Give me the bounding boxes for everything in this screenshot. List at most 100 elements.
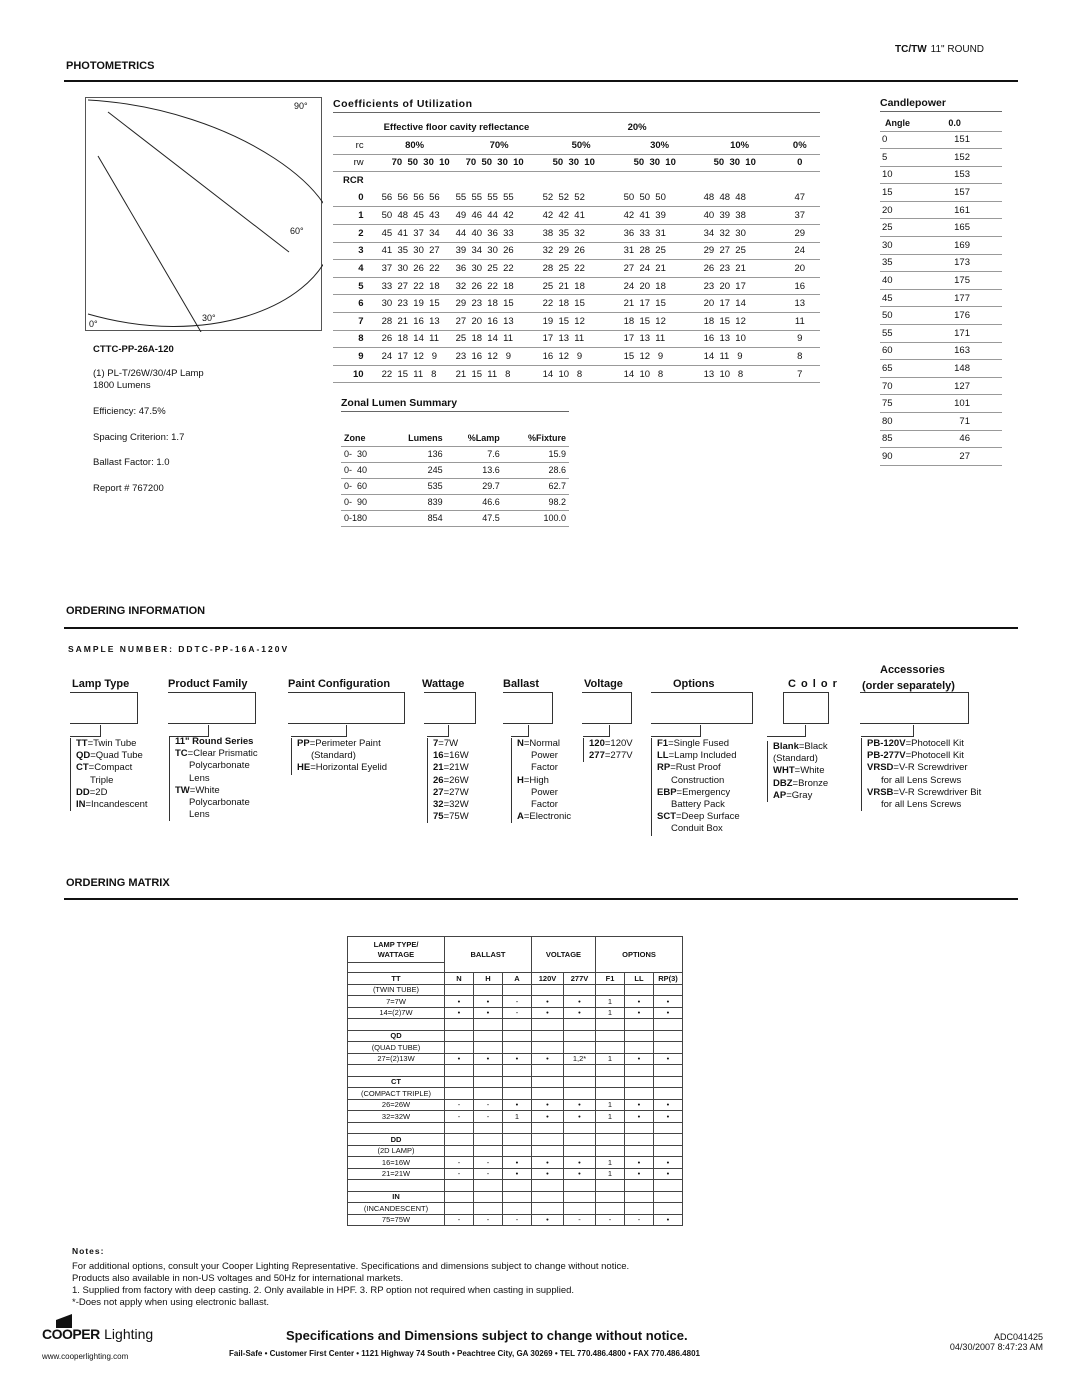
cu-cell-group: 21 17 15 xyxy=(619,294,700,314)
matrix-subheader: H xyxy=(473,972,503,985)
matrix-cell xyxy=(502,1202,532,1215)
cu-title: Coefficients of Utilization xyxy=(333,98,820,113)
matrix-row: QD xyxy=(347,1029,683,1042)
option-code: EBP xyxy=(657,786,677,798)
option-description: =Photocell Kit xyxy=(905,750,964,762)
matrix-row: 75=75W - - - • - - - • xyxy=(347,1213,683,1226)
cu-cell-group: 29 27 25 xyxy=(699,242,780,261)
matrix-cell xyxy=(473,1144,503,1157)
candela-value: 177 xyxy=(930,289,1002,308)
matrix-cell xyxy=(531,1087,564,1100)
matrix-cell xyxy=(531,1041,564,1054)
matrix-cell: - xyxy=(444,1098,474,1111)
matrix-cell: • xyxy=(653,1213,683,1226)
matrix-cell: • xyxy=(624,1156,654,1169)
cu-table: Effective floor cavity reflectance 20% r… xyxy=(333,119,820,384)
col-voltage: Voltage xyxy=(584,678,623,690)
candlepower-row: 30 169 xyxy=(880,236,1002,255)
cu-cell-group: 28 21 16 13 xyxy=(373,312,456,331)
matrix-cell: • xyxy=(502,1098,532,1111)
cu-row: 9 24 17 12 9 23 16 12 9 16 12 9 15 12 9 14 11… xyxy=(333,347,820,366)
rc-value: 50% xyxy=(542,136,620,155)
matrix-cell xyxy=(563,1064,596,1077)
matrix-cell xyxy=(473,1190,503,1203)
matrix-lamp-cell xyxy=(347,1121,445,1134)
matrix-row: CT xyxy=(347,1075,683,1088)
matrix-cell: 1 xyxy=(595,1098,625,1111)
matrix-cell xyxy=(563,1075,596,1088)
angle-value: 30 xyxy=(880,236,931,255)
matrix-cell: - xyxy=(444,1213,474,1226)
matrix-cell xyxy=(563,1179,596,1192)
rcr-value: 10 xyxy=(333,365,374,384)
zonal-cell: 0- 30 xyxy=(341,446,385,463)
matrix-cell xyxy=(653,1202,683,1215)
matrix-cell xyxy=(595,1202,625,1215)
matrix-lamp-cell: 21=21W xyxy=(347,1167,445,1180)
matrix-cell: • xyxy=(653,1098,683,1111)
matrix-cell xyxy=(502,1041,532,1054)
matrix-cell: - xyxy=(473,1110,503,1123)
matrix-cell xyxy=(563,1190,596,1203)
matrix-cell xyxy=(624,1190,654,1203)
candlepower-row: 80 71 xyxy=(880,412,1002,431)
accessories-input[interactable] xyxy=(860,692,969,724)
candlepower-row: 5 152 xyxy=(880,148,1002,167)
matrix-cell xyxy=(595,1075,625,1088)
matrix-cell: • xyxy=(653,1006,683,1019)
col-accessories: Accessories xyxy=(880,664,945,676)
rc-value: 10% xyxy=(699,136,780,155)
voltage-input[interactable] xyxy=(582,692,632,724)
website-link[interactable]: www.cooperlighting.com xyxy=(42,1352,128,1361)
option-item: Polycarbonate xyxy=(175,760,258,772)
matrix-header-ballast: BALLAST xyxy=(444,936,532,973)
cu-cell-group: 22 15 11 8 xyxy=(373,365,456,384)
option-code: PP xyxy=(297,738,310,749)
option-item: PB-277V=Photocell Kit xyxy=(867,750,981,762)
matrix-cell xyxy=(653,1087,683,1100)
matrix-cell xyxy=(624,1121,654,1134)
candlepower-row: 85 46 xyxy=(880,430,1002,449)
ballast-input[interactable] xyxy=(503,692,553,724)
options-input[interactable] xyxy=(651,692,753,724)
matrix-cell xyxy=(595,1041,625,1054)
candlepower-row: 40 175 xyxy=(880,271,1002,290)
matrix-cell xyxy=(473,1041,503,1054)
option-item: LL=Lamp Included xyxy=(657,750,740,762)
cu-cell-group: 16 12 9 xyxy=(542,347,620,366)
option-code: IN xyxy=(76,799,86,811)
footer-headline: Specifications and Dimensions subject to… xyxy=(286,1328,688,1343)
product-family-input[interactable] xyxy=(168,692,256,724)
zonal-cell: 0-180 xyxy=(341,510,385,527)
cu-row: 1 50 48 45 43 49 46 44 42 42 42 41 42 41 39 4… xyxy=(333,206,820,226)
option-item: Power xyxy=(517,787,571,799)
connector xyxy=(913,725,914,736)
catalog-number: CTTC-PP-26A-120 xyxy=(93,344,174,355)
matrix-cell xyxy=(473,1133,503,1146)
matrix-row: 32=32W - -1 • • 1 • • xyxy=(347,1110,683,1123)
matrix-row: (TWIN TUBE) xyxy=(347,983,683,996)
lamp-type-input[interactable] xyxy=(70,692,138,724)
candlepower-row: 60 163 xyxy=(880,342,1002,361)
cu-table-section: Coefficients of Utilization Effective fl… xyxy=(333,98,820,384)
cu-cell-group: 44 40 36 33 xyxy=(455,224,543,243)
candlepower-row: 10 153 xyxy=(880,166,1002,185)
connector xyxy=(511,736,529,737)
matrix-cell xyxy=(444,1190,474,1203)
matrix-cell: • xyxy=(502,1156,532,1169)
cu-row: 0 56 56 56 56 55 55 55 55 52 52 52 50 50 50 4… xyxy=(333,189,820,208)
angle-label-60: 60° xyxy=(290,226,304,236)
wattage-input[interactable] xyxy=(424,692,476,724)
matrix-cell xyxy=(531,1133,564,1146)
connector xyxy=(528,725,529,736)
paint-configuration-input[interactable] xyxy=(288,692,405,724)
matrix-row: 21=21W - - • • • 1 • • xyxy=(347,1167,683,1180)
matrix-cell xyxy=(502,1179,532,1192)
cu-cell-group: 17 13 11 xyxy=(542,330,620,349)
options-list: F1=Single Fused LL=Lamp Included RP=Rust P… xyxy=(651,738,740,836)
matrix-cell: • xyxy=(563,1110,596,1123)
cu-cell-group: 33 27 22 18 xyxy=(373,277,456,296)
cu-cell-group: 13 10 8 xyxy=(699,365,780,384)
color-input[interactable] xyxy=(783,692,829,724)
zonal-cell: 47.5 xyxy=(445,510,503,527)
